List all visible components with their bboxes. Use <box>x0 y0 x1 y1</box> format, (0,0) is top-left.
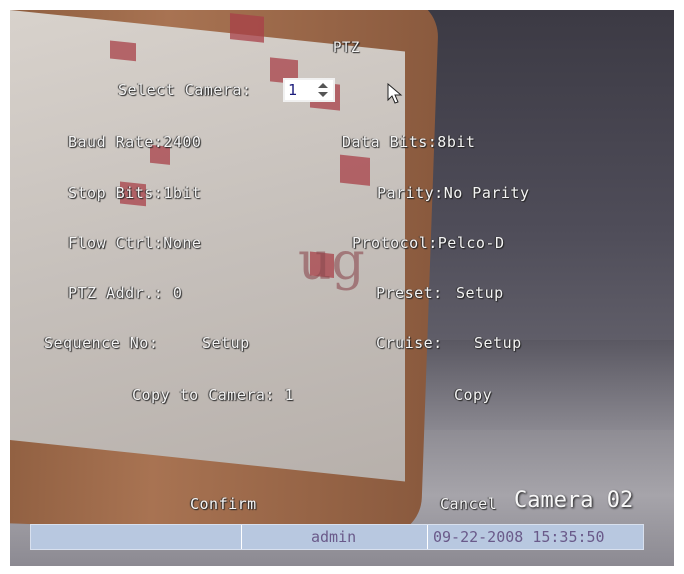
parity-setting[interactable]: Parity:No Parity <box>377 184 530 202</box>
select-camera-spinner[interactable]: 1 <box>283 78 335 102</box>
baud-rate-setting[interactable]: Baud Rate:2400 <box>68 133 201 151</box>
sequence-setup-button[interactable]: Setup <box>202 334 250 352</box>
cancel-button[interactable]: Cancel <box>440 495 497 513</box>
confirm-button[interactable]: Confirm <box>190 495 257 513</box>
copy-button[interactable]: Copy <box>454 386 492 404</box>
protocol-setting[interactable]: Protocol:Pelco-D <box>352 234 505 252</box>
data-bits-setting[interactable]: Data Bits:8bit <box>342 133 475 151</box>
camera-name-overlay: Camera 02 <box>514 488 634 513</box>
status-bar: admin 09-22-2008 15:35:50 <box>30 524 644 550</box>
status-user: admin <box>311 528 357 546</box>
flow-ctrl-setting[interactable]: Flow Ctrl:None <box>68 234 201 252</box>
ptz-addr-setting[interactable]: PTZ Addr.: 0 <box>68 284 182 302</box>
preset-setup-button[interactable]: Setup <box>456 284 504 302</box>
dvr-screen: ug PTZ Select Camera: 1 Baud Rate:2400 D… <box>10 10 674 566</box>
status-datetime: 09-22-2008 15:35:50 <box>433 528 605 546</box>
up-down-arrow-icon[interactable] <box>316 82 330 98</box>
cruise-label: Cruise: <box>376 334 443 352</box>
status-divider <box>427 525 428 549</box>
cruise-setup-button[interactable]: Setup <box>474 334 522 352</box>
sequence-label: Sequence No: <box>44 334 159 352</box>
background-table <box>390 340 674 430</box>
select-camera-value: 1 <box>288 81 298 99</box>
status-divider <box>241 525 242 549</box>
stop-bits-setting[interactable]: Stop Bits:1bit <box>68 184 201 202</box>
preset-label: Preset: <box>376 284 443 302</box>
copy-to-camera-setting[interactable]: Copy to Camera: 1 <box>132 386 294 404</box>
select-camera-label: Select Camera: <box>118 81 252 99</box>
mouse-pointer-icon <box>387 83 403 104</box>
menu-title: PTZ <box>333 40 360 56</box>
